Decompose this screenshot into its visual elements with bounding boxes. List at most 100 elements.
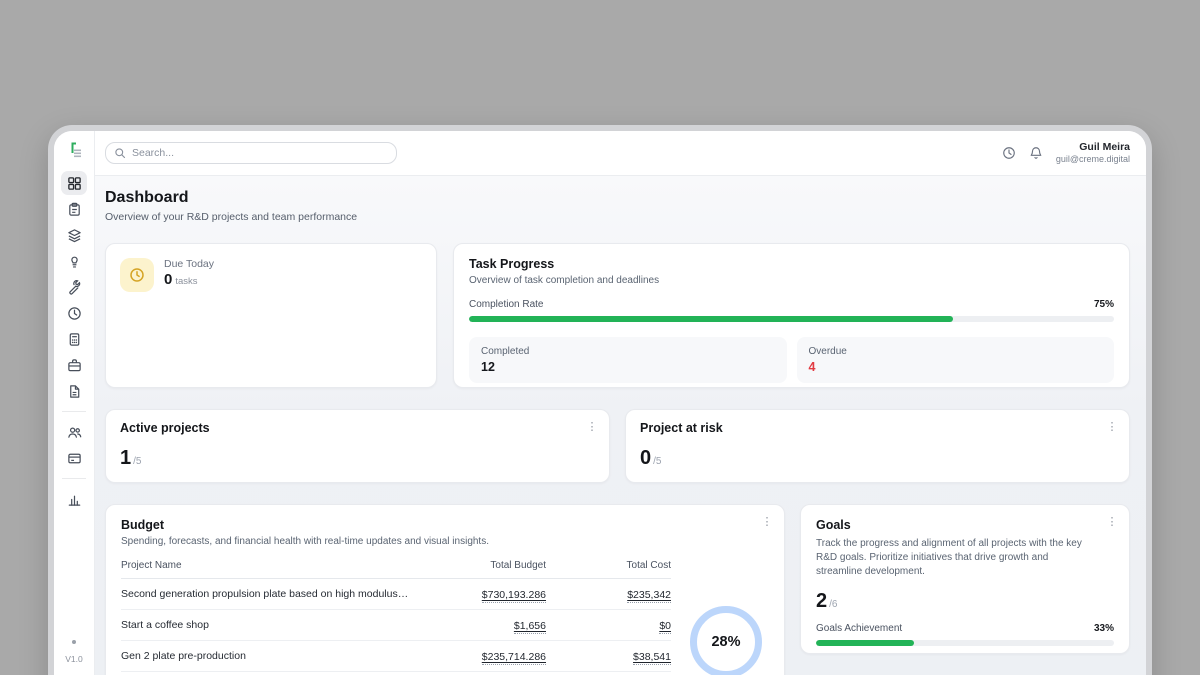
active-projects-menu-icon[interactable]: ⋮: [585, 420, 599, 434]
due-today-card: Due Today 0tasks: [105, 243, 437, 388]
search-icon: [114, 147, 126, 159]
sidebar-item-documents[interactable]: [61, 379, 87, 403]
task-progress-card: Task Progress Overview of task completio…: [453, 243, 1130, 388]
clipboard-icon: [67, 202, 82, 217]
project-name: Start a coffee shop: [121, 619, 421, 631]
total-cost-value[interactable]: $235,342: [627, 589, 671, 603]
completed-label: Completed: [481, 346, 775, 357]
col-total-cost: Total Cost: [546, 560, 671, 571]
total-budget-value[interactable]: $1,656: [514, 620, 546, 634]
user-menu[interactable]: Guil Meira guil@creme.digital: [1056, 141, 1130, 165]
project-at-risk-card: Project at risk ⋮ 0/5: [625, 409, 1130, 483]
wrench-icon: [67, 280, 82, 295]
col-total-budget: Total Budget: [421, 560, 546, 571]
user-name: Guil Meira: [1056, 141, 1130, 154]
sidebar-item-ideas[interactable]: [61, 249, 87, 273]
completed-stat: Completed 12: [469, 337, 787, 383]
sidebar-item-portfolio[interactable]: [61, 353, 87, 377]
search-box[interactable]: [105, 142, 397, 164]
project-at-risk-menu-icon[interactable]: ⋮: [1105, 420, 1119, 434]
budget-table-header: Project Name Total Budget Total Cost: [121, 560, 671, 579]
app-version: V1.0: [65, 654, 83, 664]
sidebar: V1.0: [54, 131, 95, 675]
users-icon: [67, 425, 82, 440]
credit-card-icon: [67, 451, 82, 466]
goals-achievement-value: 33%: [1094, 623, 1114, 634]
overdue-value: 4: [809, 360, 1103, 374]
briefcase-icon: [67, 358, 82, 373]
completion-progress-bar: [469, 316, 1114, 322]
sidebar-item-projects[interactable]: [61, 223, 87, 247]
sidebar-item-tasks[interactable]: [61, 197, 87, 221]
goals-value: 2: [816, 590, 827, 612]
overdue-stat: Overdue 4: [797, 337, 1115, 383]
budget-table-row: Second generation propulsion plate based…: [121, 579, 671, 610]
page-subtitle: Overview of your R&D projects and team p…: [105, 211, 1130, 223]
task-progress-subtitle: Overview of task completion and deadline…: [469, 275, 1114, 286]
budget-card: Budget ⋮ Spending, forecasts, and financ…: [105, 504, 785, 675]
due-today-label: Due Today: [164, 258, 214, 270]
goals-progress-fill: [816, 640, 914, 646]
sidebar-item-time[interactable]: [61, 301, 87, 325]
sidebar-item-billing[interactable]: [61, 446, 87, 470]
page-title: Dashboard: [105, 189, 1130, 207]
sidebar-divider: [62, 478, 86, 479]
budget-subtitle: Spending, forecasts, and financial healt…: [121, 536, 769, 547]
goals-card: Goals ⋮ Track the progress and alignment…: [800, 504, 1130, 654]
layers-icon: [67, 228, 82, 243]
active-projects-card: Active projects ⋮ 1/5: [105, 409, 610, 483]
clock-icon: [67, 306, 82, 321]
budget-title: Budget: [121, 518, 769, 532]
due-today-unit: tasks: [175, 276, 197, 287]
completion-rate-value: 75%: [1094, 299, 1114, 310]
goals-title: Goals: [816, 518, 1114, 532]
budget-usage-gauge: 28%: [690, 606, 762, 675]
user-email: guil@creme.digital: [1056, 154, 1130, 165]
calculator-icon: [67, 332, 82, 347]
active-projects-value: 1: [120, 447, 131, 469]
sidebar-item-team[interactable]: [61, 420, 87, 444]
goals-menu-icon[interactable]: ⋮: [1105, 515, 1119, 529]
due-today-value: 0: [164, 271, 172, 288]
overdue-label: Overdue: [809, 346, 1103, 357]
app-logo-icon[interactable]: [64, 140, 84, 160]
sidebar-item-dashboard[interactable]: [61, 171, 87, 195]
history-clock-icon[interactable]: [1002, 146, 1016, 160]
total-cost-value[interactable]: $38,541: [633, 651, 671, 665]
goals-progress-bar: [816, 640, 1114, 646]
total-budget-value[interactable]: $235,714.286: [482, 651, 546, 665]
active-projects-title: Active projects: [120, 421, 595, 435]
budget-table-row: Gen 2 plate pre-production $235,714.286 …: [121, 641, 671, 672]
bell-icon[interactable]: [1029, 146, 1043, 160]
task-progress-title: Task Progress: [469, 257, 1114, 271]
due-clock-icon: [120, 258, 154, 292]
lightbulb-icon: [67, 254, 82, 269]
app-window: V1.0: [54, 131, 1146, 675]
col-project-name: Project Name: [121, 560, 421, 571]
dashboard-grid-icon: [67, 176, 82, 191]
project-at-risk-value: 0: [640, 447, 651, 469]
document-icon: [67, 384, 82, 399]
budget-usage-value: 28%: [711, 634, 740, 650]
total-budget-value[interactable]: $730,193.286: [482, 589, 546, 603]
budget-table: Project Name Total Budget Total Cost Sec…: [121, 560, 671, 675]
completion-rate-label: Completion Rate: [469, 299, 543, 310]
project-name: Gen 2 plate pre-production: [121, 650, 421, 662]
bar-chart-icon: [67, 492, 82, 507]
completion-progress-fill: [469, 316, 953, 322]
completed-value: 12: [481, 360, 775, 374]
dashboard-content: Dashboard Overview of your R&D projects …: [95, 176, 1146, 675]
topbar: Guil Meira guil@creme.digital: [95, 131, 1146, 176]
sidebar-divider: [62, 411, 86, 412]
budget-menu-icon[interactable]: ⋮: [760, 515, 774, 529]
project-name: Second generation propulsion plate based…: [121, 588, 421, 600]
sidebar-item-tools[interactable]: [61, 275, 87, 299]
search-input[interactable]: [132, 147, 388, 159]
total-cost-value[interactable]: $0: [659, 620, 671, 634]
app-window-frame: V1.0: [48, 125, 1152, 675]
project-at-risk-title: Project at risk: [640, 421, 1115, 435]
sidebar-item-calculator[interactable]: [61, 327, 87, 351]
sidebar-item-analytics[interactable]: [61, 487, 87, 511]
goals-total: /6: [829, 599, 837, 610]
budget-table-row: Start a coffee shop $1,656 $0: [121, 610, 671, 641]
